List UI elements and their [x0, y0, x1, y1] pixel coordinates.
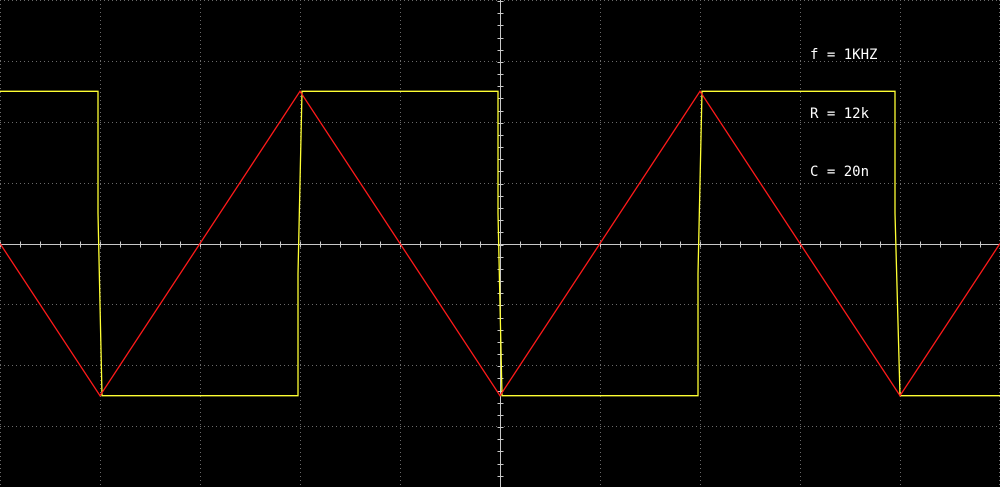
resistance-label: R = 12k — [810, 105, 870, 122]
frequency-label: f = 1KHZ — [810, 47, 878, 63]
parameter-readout: f = 1KHZ R = 12k C = 20n — [810, 7, 877, 202]
capacitance-label: C = 20n — [810, 164, 870, 180]
